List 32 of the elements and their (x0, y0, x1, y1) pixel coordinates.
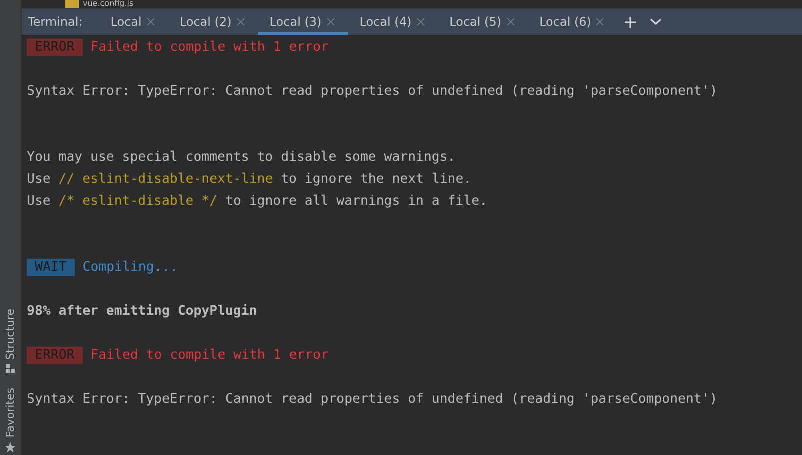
output-line: Use // eslint-disable-next-line to ignore the next line. (27, 172, 472, 186)
output-line: 98% after emitting CopyPlugin (27, 304, 258, 318)
status-message: Failed to compile with 1 error (90, 348, 329, 362)
status-badge: ERROR (27, 38, 83, 56)
close-icon[interactable] (416, 18, 425, 26)
status-message: Compiling... (82, 260, 178, 274)
star-icon (5, 442, 16, 453)
terminal-label: Terminal: (27, 14, 84, 31)
output-line: Use /* eslint-disable */ to ignore all warnings in a file. (27, 194, 488, 208)
side-panel-tab[interactable]: Structure (4, 309, 17, 360)
close-icon[interactable] (236, 18, 245, 26)
side-panel-tab[interactable]: Favorites (4, 388, 17, 438)
terminal-tab[interactable]: Local (3) (258, 9, 348, 35)
file-name[interactable]: vue.config.js (83, 0, 134, 8)
close-icon[interactable] (326, 18, 335, 26)
close-icon[interactable] (596, 18, 604, 26)
status-badge: ERROR (27, 346, 83, 364)
plus-icon[interactable] (625, 16, 636, 28)
terminal-tab[interactable]: Local (6) (528, 9, 618, 35)
output-line: Syntax Error: TypeError: Cannot read properties of undefined (reading 'parseComponent') (27, 392, 718, 406)
close-icon[interactable] (146, 18, 155, 26)
structure-icon (6, 364, 16, 374)
chevron-down-icon[interactable] (650, 18, 662, 26)
output-line: Syntax Error: TypeError: Cannot read properties of undefined (reading 'parseComponent') (27, 84, 718, 98)
close-icon[interactable] (506, 18, 515, 26)
status-message: Failed to compile with 1 error (90, 40, 329, 54)
terminal-tab[interactable]: Local (98, 9, 168, 35)
terminal-tab[interactable]: Local (2) (168, 9, 258, 35)
terminal-tab[interactable]: Local (4) (348, 9, 438, 35)
output-line: You may use special comments to disable some warnings. (27, 150, 456, 164)
status-badge: WAIT (27, 258, 75, 276)
terminal-tab[interactable]: Local (5) (438, 9, 528, 35)
